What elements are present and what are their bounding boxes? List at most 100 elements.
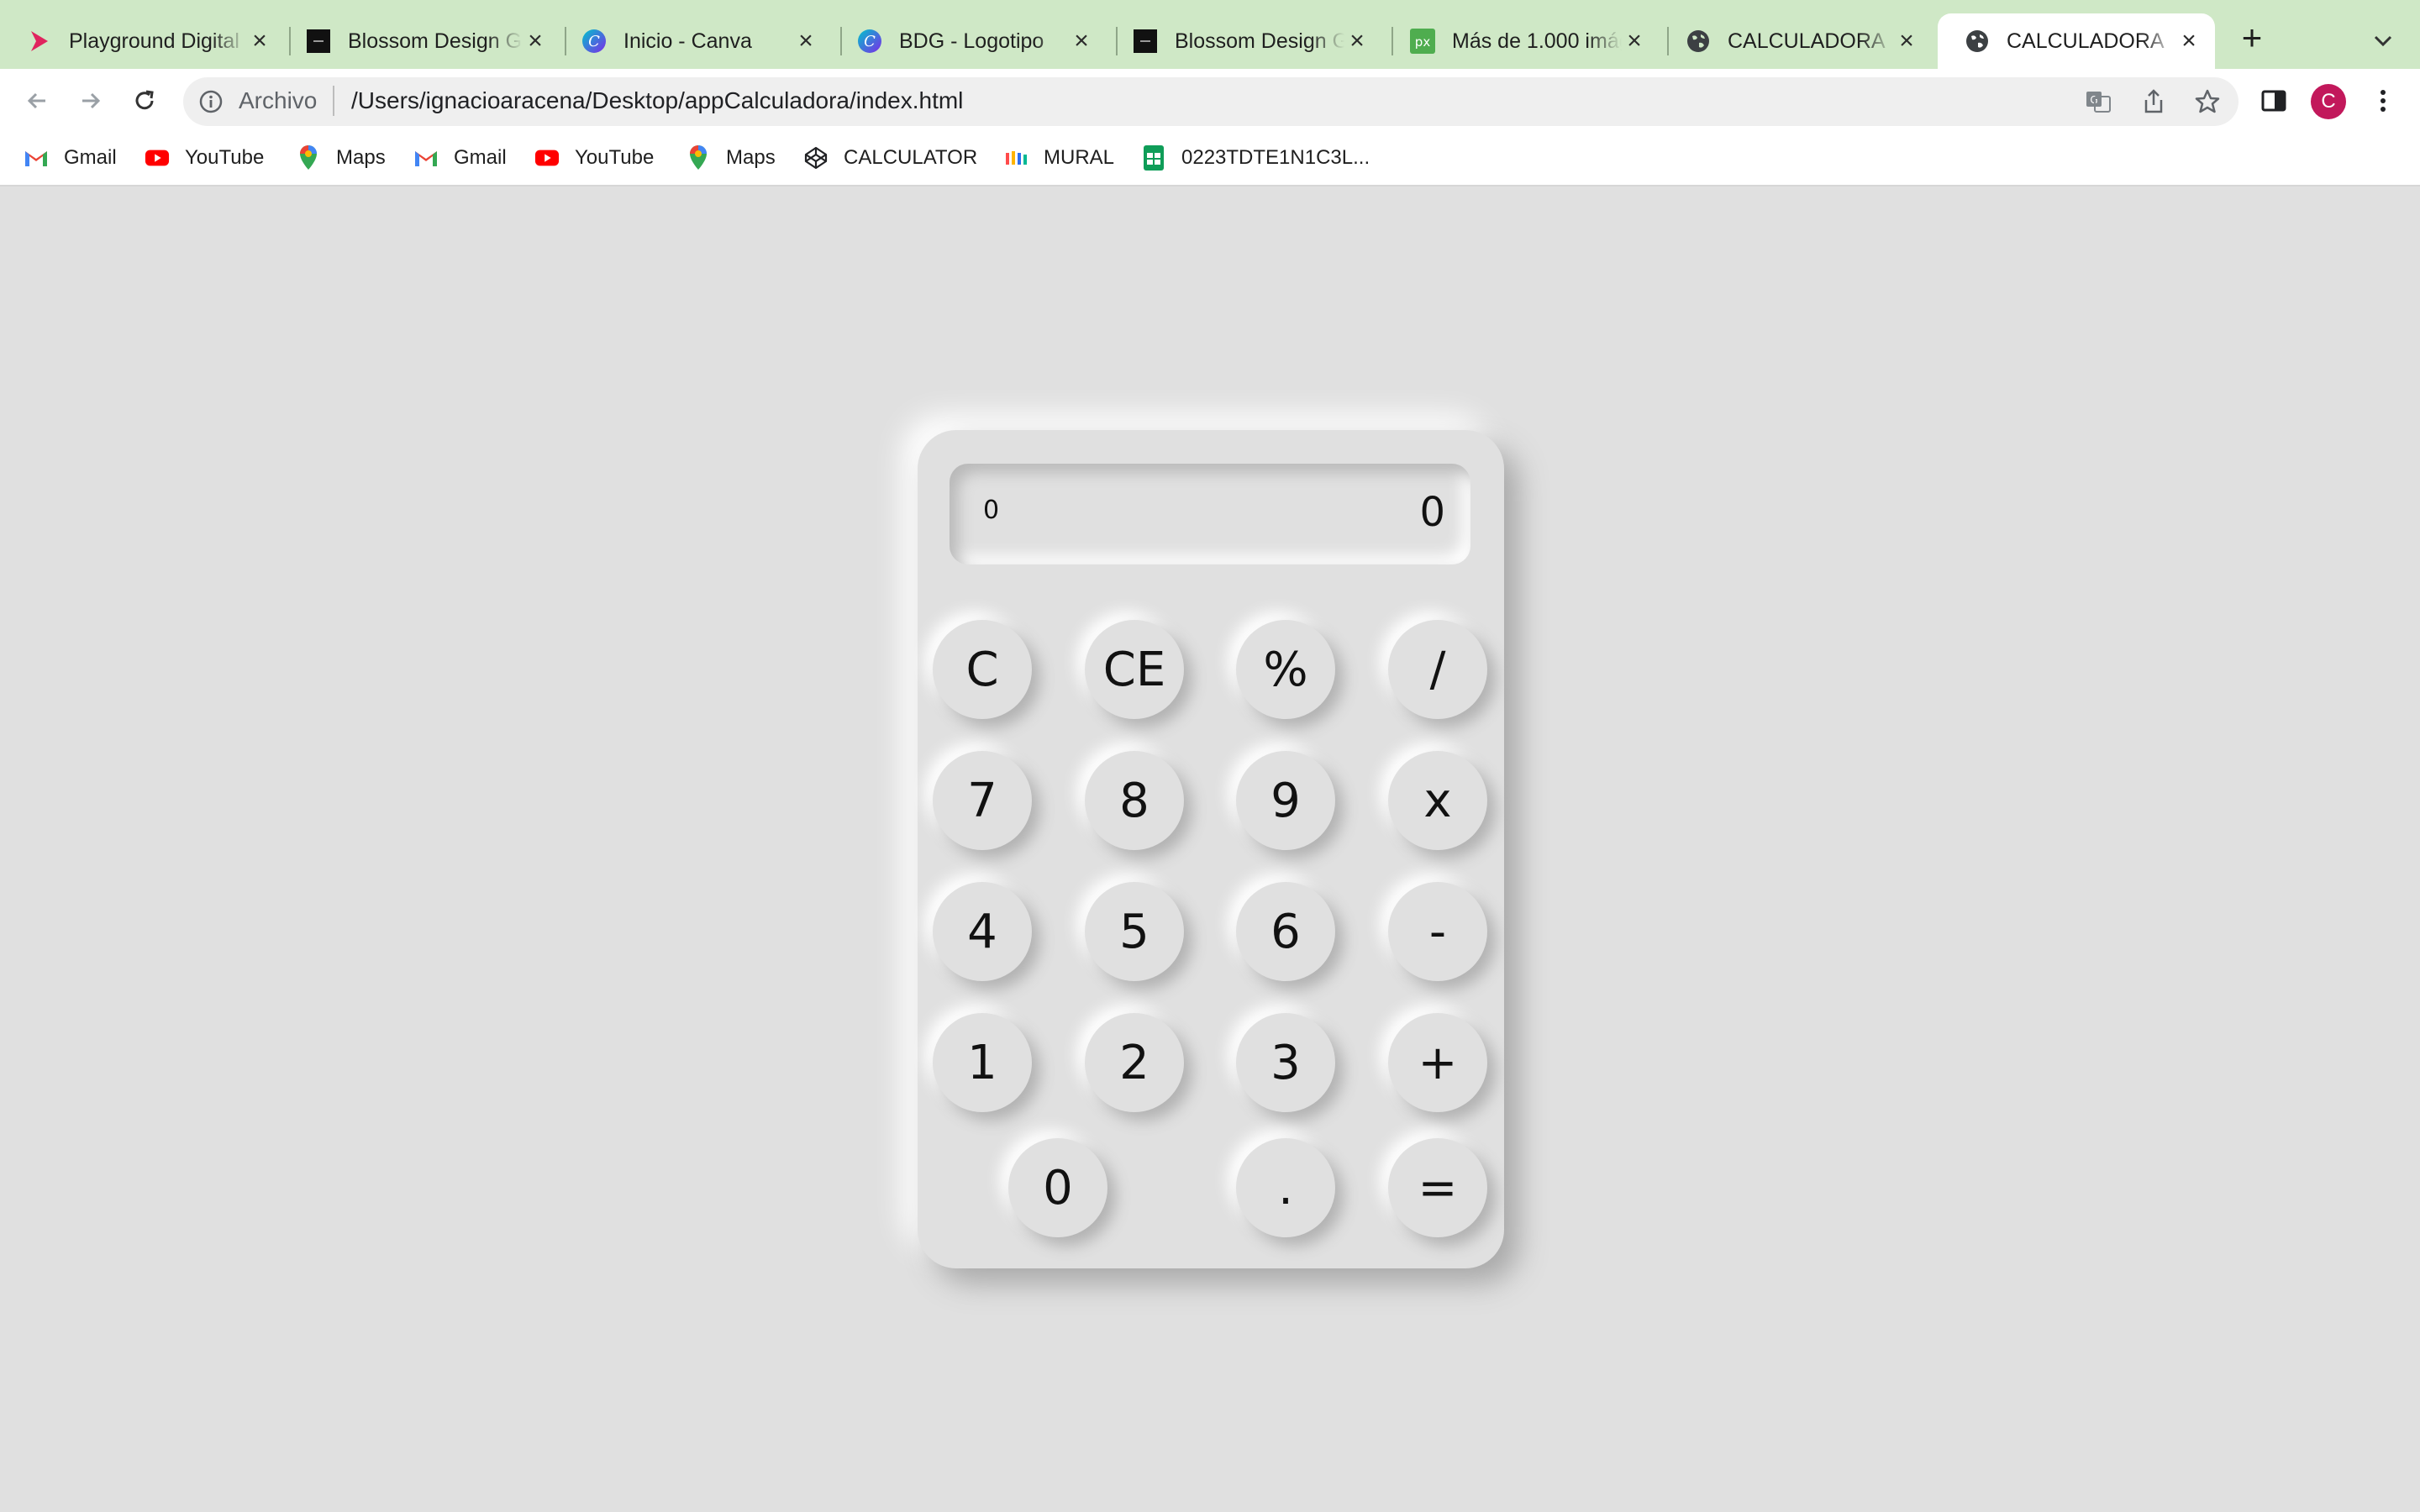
tab-label: CALCULADORA bbox=[1728, 29, 1886, 53]
share-icon[interactable] bbox=[2139, 87, 2168, 116]
close-tab-icon[interactable]: × bbox=[523, 27, 548, 55]
tab-calculadora-active[interactable]: CALCULADORA × bbox=[1938, 13, 2215, 69]
one-button[interactable]: 1 bbox=[933, 1013, 1032, 1112]
close-tab-icon[interactable]: × bbox=[2176, 27, 2202, 55]
calculator: 0 0 C CE % / 7 8 9 x 4 5 6 - 1 2 3 + 0 .… bbox=[918, 430, 1504, 1268]
bookmark-gmail-2[interactable]: Gmail bbox=[413, 143, 507, 173]
tab-label: Playground Digital bbox=[69, 29, 239, 53]
gmail-icon bbox=[24, 145, 49, 171]
current-operand: 0 bbox=[1419, 489, 1445, 536]
bookmark-maps[interactable]: Maps bbox=[296, 143, 386, 173]
tab-blossom-design-2[interactable]: Blossom Design Group × bbox=[1106, 13, 1383, 69]
address-divider bbox=[333, 86, 334, 116]
bookmark-label: YouTube bbox=[575, 146, 655, 169]
translate-icon[interactable]: G bbox=[2084, 87, 2112, 116]
profile-avatar[interactable]: C bbox=[2311, 84, 2346, 119]
calculator-display: 0 0 bbox=[950, 464, 1470, 564]
canva-icon: C bbox=[581, 29, 607, 54]
tab-search-chevron-icon[interactable] bbox=[2368, 25, 2398, 55]
youtube-icon bbox=[534, 145, 560, 171]
bookmark-label: Gmail bbox=[64, 146, 117, 169]
bookmark-calculator[interactable]: CALCULATOR bbox=[803, 143, 977, 173]
tab-blossom-design-1[interactable]: Blossom Design Group × bbox=[279, 13, 561, 69]
side-panel-icon[interactable] bbox=[2259, 86, 2289, 116]
youtube-icon bbox=[145, 145, 170, 171]
four-button[interactable]: 4 bbox=[933, 882, 1032, 981]
tab-label: Blossom Design Group bbox=[1175, 29, 1344, 53]
previous-operand: 0 bbox=[983, 496, 1000, 525]
tab-calculadora-1[interactable]: CALCULADORA × bbox=[1659, 13, 1933, 69]
tab-label: Más de 1.000 imágenes bbox=[1452, 29, 1622, 53]
bookmark-label: MURAL bbox=[1044, 146, 1115, 169]
three-button[interactable]: 3 bbox=[1236, 1013, 1335, 1112]
tab-playground-digital[interactable]: Playground Digital × bbox=[0, 13, 286, 69]
svg-text:C: C bbox=[864, 33, 876, 50]
bookmark-gmail[interactable]: Gmail bbox=[24, 143, 117, 173]
close-tab-icon[interactable]: × bbox=[793, 27, 818, 55]
close-tab-icon[interactable]: × bbox=[247, 27, 272, 55]
add-button[interactable]: + bbox=[1388, 1013, 1487, 1112]
pixabay-icon: px bbox=[1410, 29, 1435, 54]
equals-button[interactable]: = bbox=[1388, 1138, 1487, 1237]
bookmark-star-icon[interactable] bbox=[2193, 87, 2222, 116]
tab-label: BDG - Logotipo bbox=[899, 29, 1044, 53]
bookmark-label: Gmail bbox=[454, 146, 507, 169]
bookmark-label: YouTube bbox=[185, 146, 265, 169]
forward-arrow-icon[interactable] bbox=[74, 84, 108, 118]
maps-pin-icon bbox=[686, 145, 711, 171]
clear-entry-button[interactable]: CE bbox=[1085, 620, 1184, 719]
tab-label: Blossom Design Group bbox=[348, 29, 523, 53]
svg-text:C: C bbox=[588, 33, 600, 50]
back-arrow-icon[interactable] bbox=[20, 84, 54, 118]
six-button[interactable]: 6 bbox=[1236, 882, 1335, 981]
globe-icon bbox=[1686, 29, 1711, 54]
new-tab-button[interactable]: + bbox=[2235, 20, 2269, 55]
bookmark-label: 0223TDTE1N1C3L... bbox=[1181, 146, 1370, 169]
globe-icon bbox=[1965, 29, 1990, 54]
close-tab-icon[interactable]: × bbox=[1622, 27, 1647, 55]
tab-bdg-logotipo[interactable]: C BDG - Logotipo × bbox=[830, 13, 1107, 69]
svg-text:px: px bbox=[1415, 34, 1431, 50]
bookmark-sheets[interactable]: 0223TDTE1N1C3L... bbox=[1141, 143, 1370, 173]
two-button[interactable]: 2 bbox=[1085, 1013, 1184, 1112]
percent-button[interactable]: % bbox=[1236, 620, 1335, 719]
zero-button[interactable]: 0 bbox=[1008, 1138, 1107, 1237]
tab-pixabay[interactable]: px Más de 1.000 imágenes × bbox=[1383, 13, 1660, 69]
bookmark-label: Maps bbox=[726, 146, 776, 169]
clear-button[interactable]: C bbox=[933, 620, 1032, 719]
reload-icon[interactable] bbox=[128, 84, 161, 118]
tab-label: CALCULADORA bbox=[2007, 29, 2165, 53]
multiply-button[interactable]: x bbox=[1388, 751, 1487, 850]
sheets-icon bbox=[1141, 145, 1166, 171]
bookmark-label: CALCULATOR bbox=[844, 146, 978, 169]
canva-icon: C bbox=[857, 29, 882, 54]
bookmark-maps-2[interactable]: Maps bbox=[686, 143, 776, 173]
five-button[interactable]: 5 bbox=[1085, 882, 1184, 981]
site-info-icon[interactable] bbox=[198, 89, 224, 114]
seven-button[interactable]: 7 bbox=[933, 751, 1032, 850]
decimal-button[interactable]: . bbox=[1236, 1138, 1335, 1237]
bookmark-label: Maps bbox=[336, 146, 386, 169]
close-tab-icon[interactable]: × bbox=[1069, 27, 1094, 55]
close-tab-icon[interactable]: × bbox=[1344, 27, 1370, 55]
mural-icon bbox=[1003, 145, 1028, 171]
url-text[interactable]: /Users/ignacioaracena/Desktop/appCalcula… bbox=[351, 87, 963, 114]
playground-chevron-icon bbox=[27, 29, 52, 54]
more-menu-icon[interactable] bbox=[2368, 86, 2398, 116]
eight-button[interactable]: 8 bbox=[1085, 751, 1184, 850]
nine-button[interactable]: 9 bbox=[1236, 751, 1335, 850]
bookmark-mural[interactable]: MURAL bbox=[1003, 143, 1114, 173]
divide-button[interactable]: / bbox=[1388, 620, 1487, 719]
close-tab-icon[interactable]: × bbox=[1894, 27, 1919, 55]
maps-pin-icon bbox=[296, 145, 321, 171]
bookmark-youtube[interactable]: YouTube bbox=[145, 143, 264, 173]
blossom-square-icon bbox=[1133, 29, 1158, 54]
tab-inicio-canva[interactable]: C Inicio - Canva × bbox=[555, 13, 832, 69]
codepen-icon bbox=[803, 145, 829, 171]
blossom-square-icon bbox=[306, 29, 331, 54]
url-scheme-label: Archivo bbox=[239, 87, 318, 113]
gmail-icon bbox=[413, 145, 439, 171]
tab-label: Inicio - Canva bbox=[623, 29, 752, 53]
bookmark-youtube-2[interactable]: YouTube bbox=[534, 143, 654, 173]
subtract-button[interactable]: - bbox=[1388, 882, 1487, 981]
